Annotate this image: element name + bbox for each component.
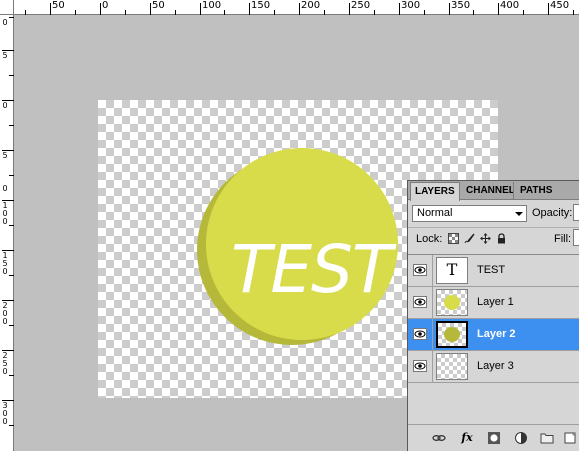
ruler-label: 400 (500, 0, 520, 11)
lock-all-padlock-icon[interactable] (496, 233, 507, 244)
layer-thumbnail[interactable] (436, 353, 468, 380)
layer-row-layer-3[interactable]: Layer 3 (408, 351, 579, 383)
ruler-label: 2 5 0 (2, 351, 8, 376)
tab-paths[interactable]: PATHS (516, 182, 556, 200)
divider (432, 287, 433, 318)
ruler-label: 50 (152, 0, 165, 11)
ruler-label: 450 (550, 0, 570, 11)
fx-icon[interactable]: fx (458, 431, 476, 445)
ruler-label: 300 (401, 0, 421, 11)
ruler-label: 5 (2, 151, 8, 160)
blend-mode-value: Normal (417, 207, 453, 219)
lock-position-move-icon[interactable] (480, 233, 491, 244)
layer-name[interactable]: Layer 1 (477, 296, 514, 308)
tab-layers[interactable]: LAYERS (410, 182, 460, 201)
layer-thumbnail[interactable] (436, 289, 468, 316)
new-layer-icon[interactable] (563, 431, 577, 445)
adjustment-icon[interactable] (514, 431, 528, 445)
opacity-input[interactable] (573, 204, 579, 221)
visibility-eye-icon[interactable] (413, 328, 427, 340)
layers-bottom-toolbar: fx (408, 424, 579, 451)
ruler-label: 1 0 0 (2, 201, 8, 226)
ruler-label: 2 0 0 (2, 301, 8, 326)
ruler-label: 350 (451, 0, 471, 11)
ruler-origin[interactable] (0, 0, 14, 15)
divider (432, 319, 433, 350)
layer-row-test[interactable]: T TEST (408, 255, 579, 287)
blend-mode-select[interactable]: Normal (412, 205, 527, 222)
ruler-label: 0 (102, 0, 109, 11)
divider (432, 351, 433, 382)
ruler-label: 50 (52, 0, 65, 11)
layer-row-layer-2[interactable]: Layer 2 (408, 319, 579, 351)
visibility-eye-icon[interactable] (413, 264, 427, 276)
lock-pixels-brush-icon[interactable] (464, 233, 475, 244)
lock-label: Lock: (416, 233, 443, 245)
visibility-eye-icon[interactable] (413, 360, 427, 372)
ruler-label: 3 0 0 (2, 401, 8, 426)
ruler-label: 1 5 0 (2, 251, 8, 276)
lock-transparency-icon[interactable] (448, 233, 459, 244)
dropdown-arrow-icon (515, 212, 523, 216)
horizontal-ruler[interactable]: 50 0 50 100 150 200 250 300 350 400 450 (0, 0, 579, 15)
ruler-label: 0 (2, 101, 8, 110)
layer-name[interactable]: TEST (477, 264, 505, 276)
circle-thumbnail-shape (444, 295, 460, 310)
folder-icon[interactable] (540, 431, 554, 445)
ruler-label: 250 (351, 0, 371, 11)
fill-input[interactable] (573, 229, 579, 246)
panel-tab-bar: LAYERS CHANNELS PATHS (408, 181, 579, 201)
ruler-label: 150 (251, 0, 271, 11)
link-icon[interactable] (432, 431, 446, 445)
ruler-label: 5 (2, 51, 8, 60)
layer-name[interactable]: Layer 2 (477, 328, 516, 340)
layers-panel: LAYERS CHANNELS PATHS Normal Opacity: Lo… (407, 180, 579, 451)
layer-row-layer-1[interactable]: Layer 1 (408, 287, 579, 319)
test-text-layer: TEST (231, 231, 392, 308)
tab-channels[interactable]: CHANNELS (462, 182, 514, 200)
mask-icon[interactable] (487, 431, 501, 445)
ruler-label: 100 (202, 0, 222, 11)
layer-name[interactable]: Layer 3 (477, 360, 514, 372)
ruler-label: 0 (2, 184, 8, 193)
layer-thumbnail[interactable] (436, 321, 468, 348)
visibility-eye-icon[interactable] (413, 296, 427, 308)
circle-thumbnail-shape (444, 327, 460, 342)
ruler-label: 200 (301, 0, 321, 11)
fill-label: Fill: (554, 233, 572, 245)
layers-list: T TEST Layer 1 Layer 2 Layer 3 (408, 254, 579, 425)
vertical-ruler-ticks (2, 17, 14, 426)
divider (432, 255, 433, 286)
divider (408, 227, 579, 228)
opacity-label: Opacity: (532, 207, 573, 219)
vertical-ruler[interactable]: 0 5 0 5 0 1 0 0 1 5 0 2 0 0 2 5 0 3 0 0 (0, 15, 14, 451)
horizontal-ruler-ticks (25, 3, 574, 15)
ruler-label: 0 (2, 18, 8, 27)
type-layer-thumbnail[interactable]: T (436, 257, 468, 284)
